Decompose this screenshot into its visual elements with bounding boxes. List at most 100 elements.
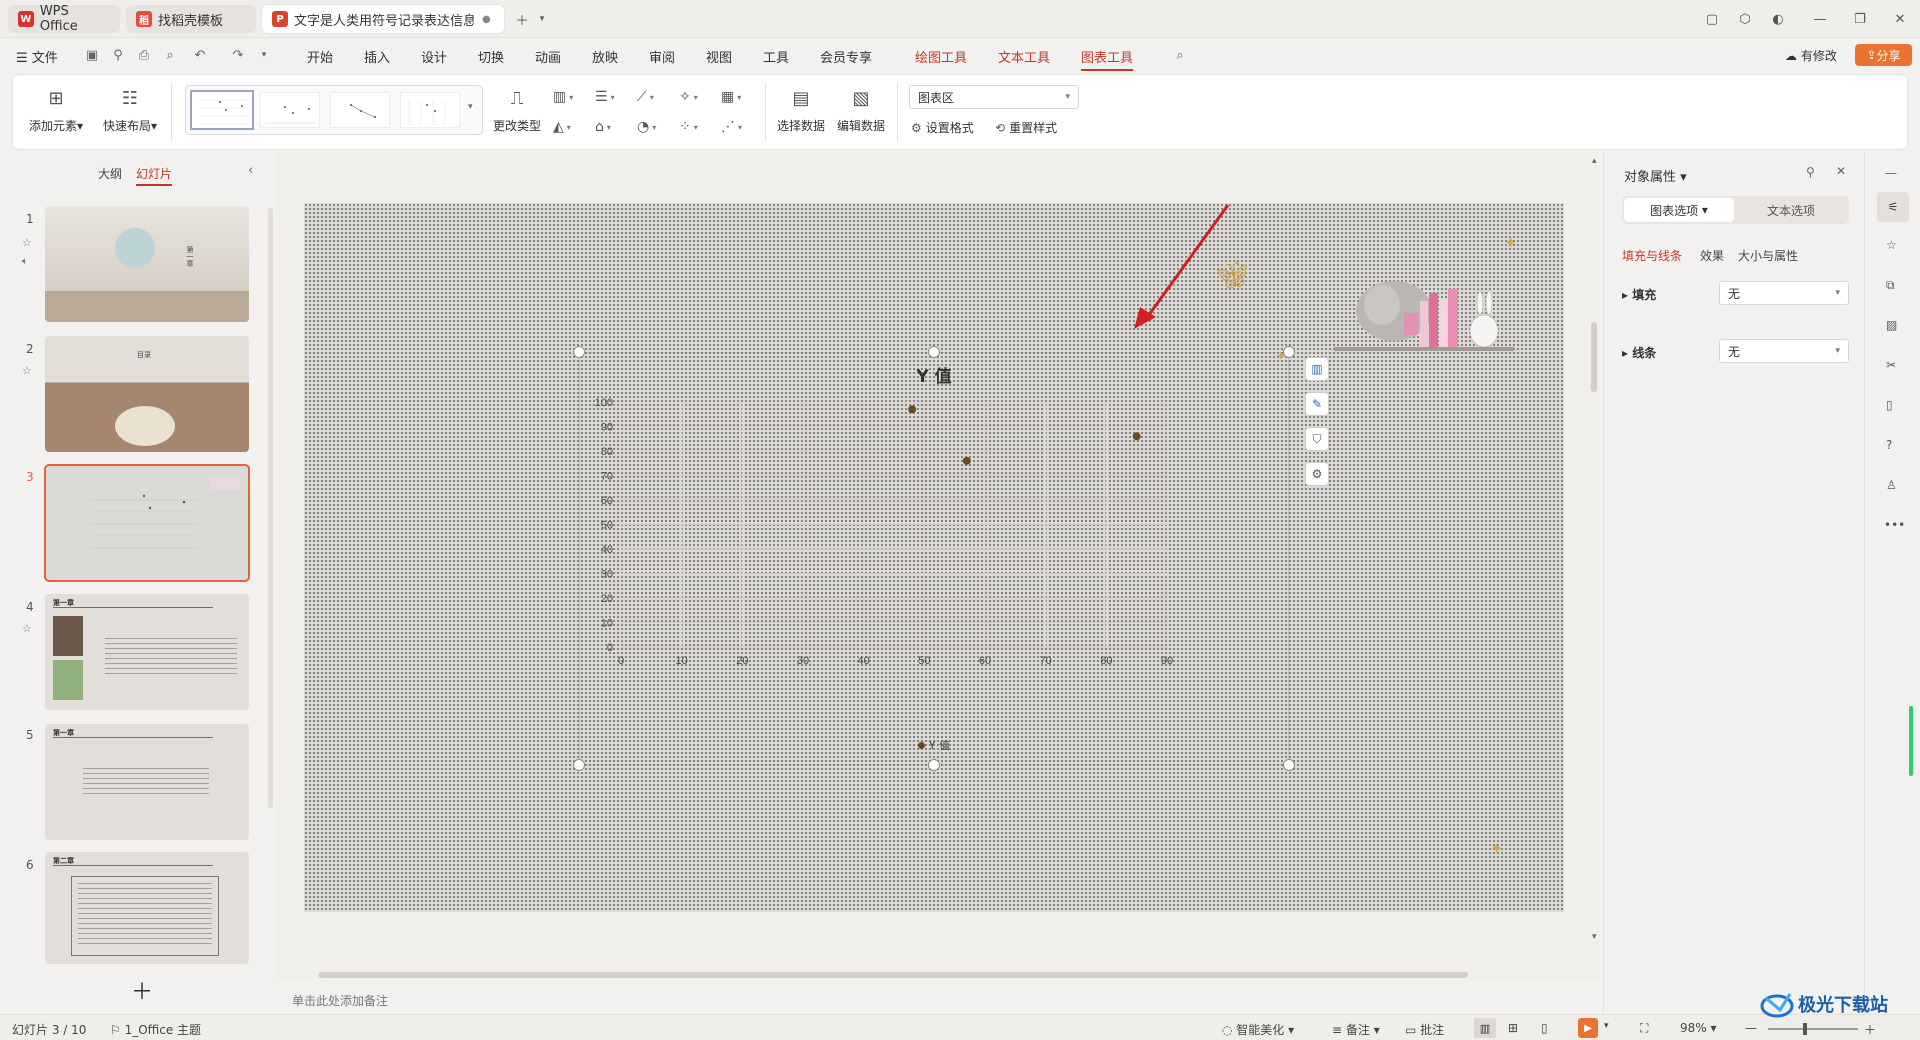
line-section-toggle[interactable]: ▸ 线条: [1622, 344, 1656, 361]
chart-title[interactable]: Y 值: [916, 367, 951, 387]
fill-section-toggle[interactable]: ▸ 填充: [1622, 286, 1656, 303]
menu-drawing-tools[interactable]: 绘图工具: [915, 47, 967, 66]
print-icon[interactable]: ⎙: [136, 47, 152, 63]
play-options-icon[interactable]: ▾: [1604, 1021, 1609, 1031]
fit-window-icon[interactable]: ⛶: [1640, 1021, 1648, 1036]
slide-thumbnail-3-selected[interactable]: [44, 464, 250, 582]
smart-beautify-button[interactable]: ◌ 智能美化 ▾: [1222, 1021, 1294, 1038]
slide-thumbnail-5[interactable]: 第一章: [45, 724, 249, 840]
chart-settings-icon[interactable]: ⚙: [1305, 462, 1329, 486]
cube-icon[interactable]: ⬡: [1735, 9, 1755, 29]
chart-element-select[interactable]: 图表区 ▾: [909, 85, 1079, 109]
tab-chart-options[interactable]: 图表选项 ▾: [1624, 198, 1734, 222]
book-icon[interactable]: ▯: [1886, 398, 1893, 412]
modified-status[interactable]: ☁ 有修改: [1785, 47, 1837, 64]
close-pane-icon[interactable]: ✕: [1836, 164, 1846, 178]
file-menu[interactable]: ☰ 文件: [16, 47, 58, 66]
tab-text-options[interactable]: 文本选项: [1736, 198, 1846, 222]
minimize-pane-icon[interactable]: —: [1885, 166, 1897, 180]
redo-icon[interactable]: ↷: [230, 47, 246, 63]
zoom-level[interactable]: 98% ▾: [1680, 1021, 1717, 1035]
resize-handle-top-left[interactable]: [573, 346, 585, 358]
print-preview-icon[interactable]: ⌕: [162, 47, 178, 63]
zoom-in-icon[interactable]: ＋: [1864, 1021, 1876, 1038]
properties-icon[interactable]: ⚟: [1877, 192, 1909, 222]
slide-canvas[interactable]: 🦋︎ ✦ ✦ ✦ 100 90 80 70 60 50 40 30 20 10 0 0 10 20 30 40…: [304, 203, 1564, 912]
rotate-handle-top[interactable]: [928, 346, 940, 358]
slide-thumbnail-2[interactable]: 目录: [45, 336, 249, 452]
menu-insert[interactable]: 插入: [364, 47, 390, 66]
reading-view-icon[interactable]: ▯: [1541, 1021, 1548, 1035]
menu-tools[interactable]: 工具: [763, 47, 789, 66]
tab-wps-office[interactable]: W WPS Office: [8, 4, 120, 34]
new-tab-icon[interactable]: ＋: [512, 9, 532, 29]
theme-name[interactable]: ⚐ 1_Office 主题: [110, 1021, 201, 1038]
zoom-out-icon[interactable]: —: [1745, 1021, 1757, 1035]
area-chart-icon[interactable]: ◭: [553, 117, 587, 137]
scatter-chart-icon[interactable]: ⁘: [679, 117, 713, 137]
restore-icon[interactable]: ❐: [1850, 9, 1870, 29]
tab-slides[interactable]: 幻灯片: [136, 165, 173, 186]
menu-animation[interactable]: 动画: [535, 47, 561, 66]
horizontal-scrollbar[interactable]: [302, 972, 1592, 978]
slide-thumbnail-1[interactable]: 第一章: [45, 206, 249, 322]
pane-title[interactable]: 对象属性 ▾: [1624, 166, 1687, 185]
star-effects-icon[interactable]: ☆: [1886, 238, 1897, 252]
chart-style-brush-icon[interactable]: ✎: [1305, 392, 1329, 416]
set-format-button[interactable]: ⚙ 设置格式: [911, 119, 974, 136]
quick-layout-button[interactable]: ☷ 快速布局▾: [99, 85, 161, 134]
normal-view-icon[interactable]: ▥: [1474, 1018, 1496, 1038]
fill-select[interactable]: 无 ▾: [1719, 281, 1849, 305]
add-slide-icon[interactable]: ＋: [131, 974, 153, 1006]
scroll-up-icon[interactable]: ▴: [1592, 156, 1597, 166]
slide-thumbnail-4[interactable]: 第一章: [45, 594, 249, 710]
tab-template[interactable]: 稻 找稻壳模板: [126, 5, 256, 33]
minimize-icon[interactable]: —: [1810, 9, 1830, 29]
subtab-fill-line[interactable]: 填充与线条: [1622, 247, 1682, 264]
line-chart-icon[interactable]: ⟋: [637, 87, 671, 107]
layout-icon[interactable]: ▢: [1702, 9, 1722, 29]
tab-document[interactable]: P 文字是人类用符号记录表达信息以 ●: [262, 5, 504, 33]
edit-data-button[interactable]: ▧ 编辑数据: [835, 85, 887, 134]
menu-design[interactable]: 设计: [421, 47, 447, 66]
column-chart-icon[interactable]: ▥: [553, 87, 587, 107]
combo-chart-icon[interactable]: ⋰: [721, 117, 755, 137]
notes-button[interactable]: ≡ 备注 ▾: [1332, 1021, 1380, 1038]
chevron-down-icon[interactable]: ▾: [532, 9, 552, 29]
collapse-panel-icon[interactable]: ‹: [248, 163, 253, 178]
share-button[interactable]: ⇪ 分享: [1855, 44, 1912, 66]
gallery-more-icon[interactable]: ▾: [468, 102, 473, 112]
radar-chart-icon[interactable]: ✧: [679, 87, 713, 107]
tools-icon[interactable]: ✂: [1886, 358, 1896, 372]
star-icon[interactable]: ☆: [22, 622, 32, 635]
subtab-size-props[interactable]: 大小与属性: [1738, 247, 1798, 264]
more-icon[interactable]: •••: [1884, 518, 1905, 532]
menu-text-tools[interactable]: 文本工具: [998, 47, 1050, 66]
chart-legend[interactable]: Y 值: [579, 737, 1289, 753]
chart-style-gallery[interactable]: ▾: [185, 85, 483, 135]
comments-button[interactable]: ▭ 批注: [1405, 1021, 1444, 1038]
chart-filter-icon[interactable]: ⛉: [1305, 427, 1329, 451]
copy-icon[interactable]: ⧉: [1886, 278, 1895, 293]
avatar-icon[interactable]: ◐: [1768, 9, 1788, 29]
help-icon[interactable]: ?: [1886, 438, 1892, 452]
scroll-down-icon[interactable]: ▾: [1592, 932, 1597, 942]
vertical-scrollbar[interactable]: [1591, 322, 1597, 392]
select-data-button[interactable]: ▤ 选择数据: [775, 85, 827, 134]
chart-style-2[interactable]: [260, 92, 320, 128]
pie-chart-icon[interactable]: ◔: [637, 117, 671, 137]
cloud-icon[interactable]: ⚲: [110, 47, 126, 63]
menu-view[interactable]: 视图: [706, 47, 732, 66]
undo-icon[interactable]: ↶: [192, 47, 208, 63]
chart-elements-icon[interactable]: ▥: [1305, 357, 1329, 381]
menu-slideshow[interactable]: 放映: [592, 47, 618, 66]
change-type-button[interactable]: ⎍ 更改类型: [491, 85, 543, 134]
resize-handle-bottom-left[interactable]: [573, 759, 585, 771]
menu-member[interactable]: 会员专享: [820, 47, 872, 66]
close-icon[interactable]: ✕: [1890, 9, 1910, 29]
stock-chart-icon[interactable]: ⌂: [595, 117, 629, 137]
zoom-slider-thumb[interactable]: [1803, 1023, 1807, 1035]
resize-handle-bottom-right[interactable]: [1283, 759, 1295, 771]
save-icon[interactable]: ▣: [84, 47, 100, 63]
play-slideshow-button[interactable]: ▶: [1578, 1018, 1598, 1038]
